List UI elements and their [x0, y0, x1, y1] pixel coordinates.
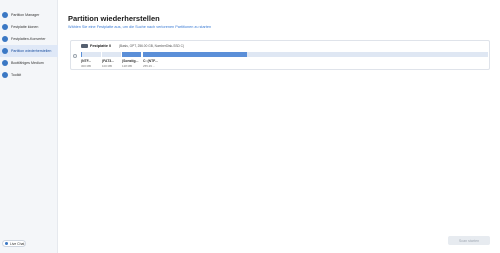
- toolkit-icon: [2, 72, 8, 78]
- sidebar-item-label: Partition Manager: [11, 13, 40, 17]
- sidebar-item-label: Partition wiederherstellen: [11, 49, 52, 53]
- page-subtitle: Wählen Sie eine Festplatte aus, um die S…: [68, 25, 212, 29]
- partition-bar: [143, 52, 488, 57]
- start-scan-button[interactable]: Scan starten: [448, 236, 490, 245]
- start-scan-label: Scan starten: [458, 238, 480, 243]
- disk-converter-icon: [2, 36, 8, 42]
- partition-size: 128 MB: [122, 64, 132, 68]
- main-panel: Partition wiederherstellen Wählen Sie ei…: [58, 0, 500, 253]
- sidebar-item-clone-disk[interactable]: Festplatte klonen: [0, 21, 58, 33]
- disk-info: (Basis, GPT, 256.00 GB, NumberDisk-SSD C…: [119, 44, 185, 49]
- hard-disk-icon: [81, 44, 88, 48]
- sidebar-item-label: Festplatte klonen: [11, 25, 39, 29]
- partition-size: 100 MB: [102, 64, 112, 68]
- sidebar-item-partition-manager[interactable]: Partition Manager: [0, 9, 58, 21]
- partition-size: 300 MB: [81, 64, 91, 68]
- sidebar-item-bootable-media[interactable]: Bootfähiges Medium: [0, 57, 58, 69]
- sidebar: Partition Manager Festplatte klonen Fest…: [0, 0, 58, 253]
- chat-icon: [5, 242, 8, 245]
- sidebar-item-label: Toolkit: [11, 73, 22, 77]
- partition-size: 255.29 ...: [143, 64, 156, 68]
- sidebar-item-disk-converter[interactable]: Festplatten-Konverter: [0, 33, 58, 45]
- partition-manager-icon: [2, 12, 8, 18]
- clone-disk-icon: [2, 24, 8, 30]
- partition-name: C: (NTF...: [143, 59, 158, 63]
- live-chat-button[interactable]: Live Chat: [2, 240, 26, 247]
- sidebar-nav: Partition Manager Festplatte klonen Fest…: [0, 9, 58, 81]
- sidebar-item-label: Festplatten-Konverter: [11, 37, 46, 41]
- page-title: Partition wiederherstellen: [68, 14, 160, 23]
- sidebar-item-toolkit[interactable]: Toolkit: [0, 69, 58, 81]
- partition-recovery-icon: [2, 48, 8, 54]
- sidebar-item-partition-recovery[interactable]: Partition wiederherstellen: [0, 45, 58, 57]
- partition-bar-fill: [122, 52, 141, 57]
- disk-name: Festplatte 0: [90, 44, 112, 48]
- partition-bar: [102, 52, 121, 57]
- partition-name: (FAT3...: [102, 59, 114, 63]
- disk-select-radio[interactable]: [73, 54, 77, 58]
- live-chat-label: Live Chat: [10, 241, 25, 246]
- disk-card[interactable]: Festplatte 0 (Basis, GPT, 256.00 GB, Num…: [70, 40, 490, 70]
- sidebar-item-label: Bootfähiges Medium: [11, 61, 44, 65]
- partition-bar: [122, 52, 141, 57]
- bootable-media-icon: [2, 60, 8, 66]
- partition-bar: [81, 52, 101, 57]
- partition-name: (Sonstig...: [122, 59, 139, 63]
- partition-bar-fill: [143, 52, 247, 57]
- partition-bar-fill: [81, 52, 83, 57]
- partition-name: (NTF...: [81, 59, 92, 63]
